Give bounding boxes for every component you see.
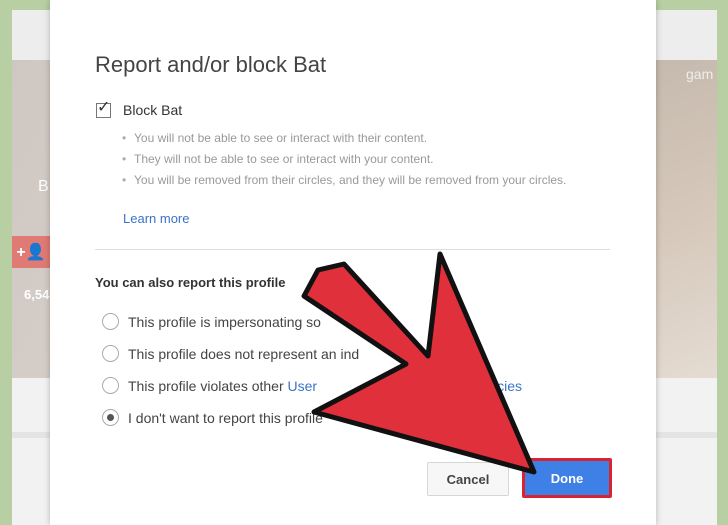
option-label: This profile violates other (128, 377, 288, 394)
option-label: I don't want to report this profile (128, 409, 323, 426)
option-label: This profile is impersonating so (128, 313, 321, 330)
policies-link-end[interactable]: cies (497, 378, 522, 394)
radio-button[interactable] (102, 377, 119, 394)
report-option-not-real[interactable]: This profile does not represent an ind (102, 345, 359, 362)
list-item: They will not be able to see or interact… (122, 149, 602, 170)
option-label: This profile does not represent an ind (128, 345, 360, 362)
radio-button[interactable] (102, 313, 119, 330)
report-option-violates-policies[interactable]: This profile violates other User cies (102, 377, 522, 394)
report-option-impersonating[interactable]: This profile is impersonating so (102, 313, 321, 330)
dialog-title: Report and/or block Bat (95, 52, 327, 77)
block-label: Block Bat (123, 102, 183, 118)
cancel-button[interactable]: Cancel (427, 462, 509, 496)
block-consequences-list: You will not be able to see or interact … (122, 128, 602, 191)
radio-button[interactable] (102, 345, 119, 362)
list-item: You will be removed from their circles, … (122, 170, 602, 191)
background-right-text: gam (686, 66, 714, 82)
done-button[interactable]: Done (522, 458, 612, 498)
divider (95, 249, 610, 250)
checkmark-icon: ✓ (97, 98, 111, 116)
report-heading: You can also report this profile (95, 275, 286, 290)
user-content-policy-link[interactable]: User (288, 378, 318, 394)
background-follower-count: 6,54 (24, 287, 50, 302)
block-checkbox[interactable]: ✓ (96, 99, 111, 118)
block-checkbox-row[interactable]: ✓ Block Bat (96, 99, 183, 118)
radio-button-selected[interactable] (102, 409, 119, 426)
follow-icon[interactable]: +👤 (12, 236, 50, 268)
report-option-dont-report[interactable]: I don't want to report this profile (102, 409, 323, 426)
learn-more-link[interactable]: Learn more (123, 211, 189, 226)
background-name-initial: B (38, 178, 49, 195)
background-cover-photo-right (655, 60, 717, 378)
list-item: You will not be able to see or interact … (122, 128, 602, 149)
report-block-dialog: Report and/or block Bat ✓ Block Bat You … (50, 0, 656, 525)
